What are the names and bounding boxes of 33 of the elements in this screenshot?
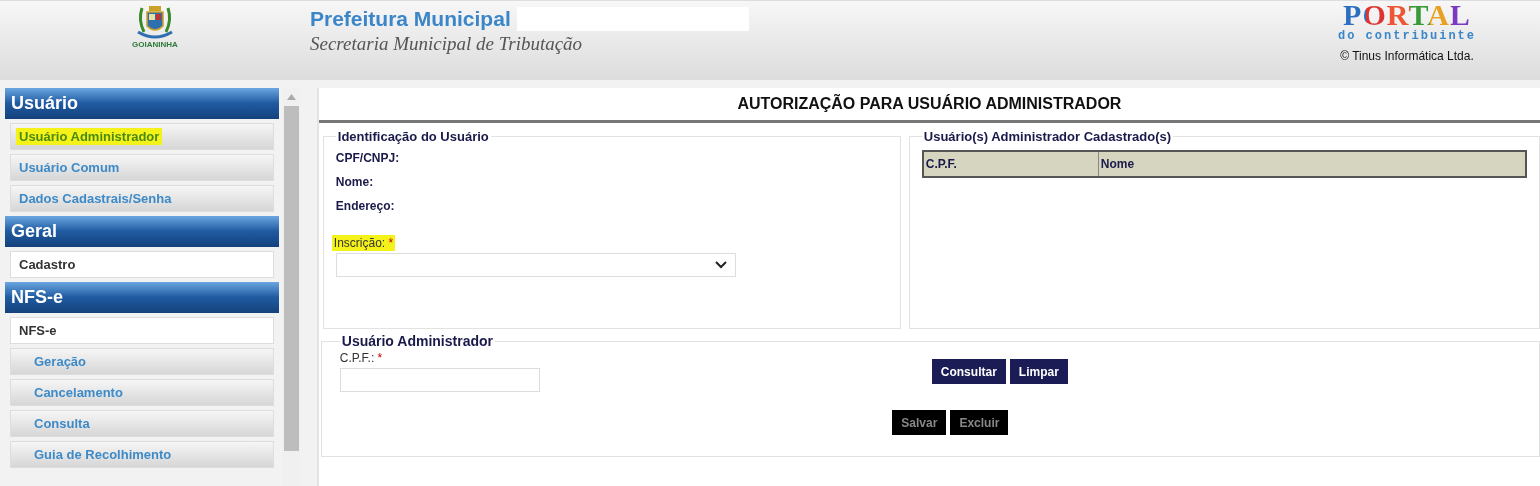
field-label: Inscrição: * <box>331 235 396 251</box>
column-header: C.P.F. <box>923 152 1099 176</box>
copyright-text: © Tinus Informática Ltda. <box>1340 49 1474 63</box>
form-button[interactable]: Consultar <box>931 359 1006 384</box>
form-button[interactable]: Limpar <box>1009 359 1068 384</box>
field-label: Endereço: <box>335 199 395 213</box>
logo-caption: GOIANINHA <box>132 40 178 49</box>
chevron-down-icon <box>714 261 727 269</box>
fieldset-legend: Usuário Administrador <box>339 333 495 349</box>
sidebar-section-header[interactable]: Usuário <box>5 88 279 119</box>
sidebar-item[interactable]: Dados Cadastrais/Senha <box>10 185 274 212</box>
field-label: C.P.F.: * <box>339 351 383 365</box>
inscricao-dropdown[interactable] <box>335 253 736 277</box>
sidebar-subitem[interactable]: Geração <box>10 348 274 375</box>
column-header: Nome <box>1099 156 1135 173</box>
sidebar-subitem[interactable]: Consulta <box>10 410 274 437</box>
portal-tagline: do contribuinte <box>1337 29 1476 43</box>
scrollbar-thumb[interactable] <box>283 106 299 451</box>
sidebar-item[interactable]: Cadastro <box>10 251 274 278</box>
header-subtitle: Secretaria Municipal de Tributação <box>310 33 584 55</box>
sidebar-item[interactable]: Usuário Administrador <box>10 123 274 150</box>
fieldset-legend: Identificação do Usuário <box>335 129 491 144</box>
sidebar-section-header[interactable]: NFS-e <box>5 282 279 313</box>
field-label: CPF/CNPJ: <box>335 151 400 165</box>
fieldset-legend: Usuário(s) Administrador Cadastrado(s) <box>921 129 1174 144</box>
field-label: Nome: <box>335 175 374 189</box>
cpf-input-field[interactable] <box>339 368 540 392</box>
sidebar-section-header[interactable]: Geral <box>5 216 279 247</box>
header-title: Prefeitura Municipal <box>310 7 511 31</box>
sidebar-item[interactable]: NFS-e <box>10 317 274 344</box>
sidebar-item[interactable]: Usuário Comum <box>10 154 274 181</box>
page-title: AUTORIZAÇÃO PARA USUÁRIO ADMINISTRADOR <box>318 88 1540 123</box>
scroll-up-icon[interactable] <box>286 94 296 100</box>
